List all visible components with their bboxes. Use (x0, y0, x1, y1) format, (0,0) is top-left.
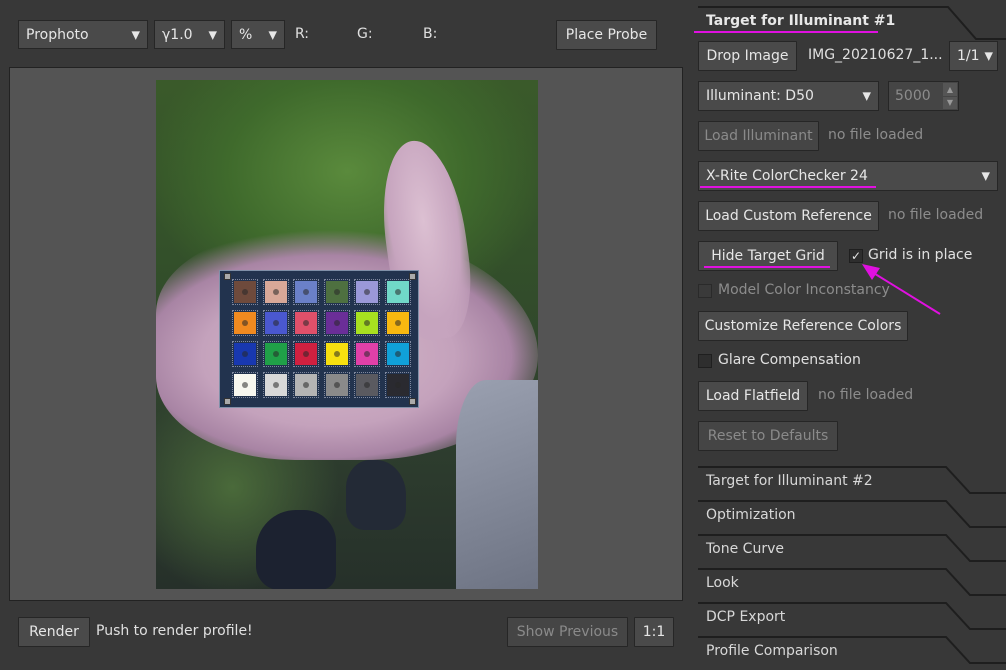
illuminant-select[interactable]: Illuminant: D50 ▼ (698, 81, 879, 111)
checker-swatch (262, 310, 289, 336)
checker-swatch (262, 279, 289, 305)
illuminant-value: Illuminant: D50 (706, 88, 814, 104)
section-optimization[interactable]: Optimization (698, 500, 1006, 534)
section-tone-curve[interactable]: Tone Curve (698, 534, 1006, 568)
section-target-illuminant-2[interactable]: Target for Illuminant #2 (698, 466, 1006, 500)
place-probe-button[interactable]: Place Probe (556, 20, 657, 50)
section-dcp-export[interactable]: DCP Export (698, 602, 1006, 636)
photo (156, 80, 538, 589)
chevron-down-icon: ▼ (268, 28, 277, 41)
temperature-spinbox[interactable]: 5000 ▲ ▼ (888, 81, 959, 111)
image-index-select[interactable]: 1/1 ▼ (949, 41, 998, 71)
gamma-select[interactable]: γ1.0 ▼ (154, 20, 225, 49)
image-filename: IMG_20210627_1... (808, 47, 943, 63)
model-color-inconstancy-checkbox[interactable] (698, 284, 712, 298)
checker-swatch (293, 372, 319, 398)
highlight-underline (704, 266, 830, 268)
chevron-down-icon: ▼ (981, 169, 990, 183)
chevron-down-icon: ▼ (131, 28, 140, 41)
checker-swatch (384, 372, 411, 398)
checker-swatch (354, 279, 380, 305)
load-flatfield-button[interactable]: Load Flatfield (698, 381, 808, 411)
drop-image-button[interactable]: Drop Image (698, 41, 797, 71)
shoe-shape-2 (346, 460, 406, 530)
grid-corner-handle[interactable] (224, 273, 231, 280)
colorspace-select[interactable]: Prophoto ▼ (18, 20, 148, 49)
image-viewer[interactable] (9, 67, 683, 601)
reference-file-status: no file loaded (888, 207, 984, 223)
checker-swatch (293, 341, 319, 367)
checker-swatch (232, 372, 258, 398)
highlight-underline (700, 186, 876, 188)
checker-swatch (293, 310, 319, 336)
section-title: Target for Illuminant #1 (706, 13, 896, 29)
checker-swatch (262, 372, 289, 398)
temperature-value: 5000 (895, 88, 931, 104)
sleeve-shape (456, 380, 538, 589)
highlight-underline (694, 31, 878, 33)
model-color-inconstancy-label: Model Color Inconstancy (718, 282, 890, 298)
reset-to-defaults-button[interactable]: Reset to Defaults (698, 421, 838, 451)
load-illuminant-button[interactable]: Load Illuminant (698, 121, 819, 151)
glare-compensation-label: Glare Compensation (718, 352, 861, 368)
checker-swatch (354, 372, 380, 398)
unit-value: % (239, 26, 253, 43)
render-button[interactable]: Render (18, 617, 90, 647)
checker-swatch (384, 310, 411, 336)
section-tab-outline (698, 568, 1006, 596)
grid-corner-handle[interactable] (409, 398, 416, 405)
unit-select[interactable]: % ▼ (231, 20, 285, 49)
illuminant-file-status: no file loaded (828, 127, 924, 143)
shoe-shape (256, 510, 336, 589)
zoom-1to1-button[interactable]: 1:1 (634, 617, 674, 647)
glare-compensation-checkbox[interactable] (698, 354, 712, 368)
g-readout-label: G: (357, 26, 373, 42)
checker-swatch (232, 310, 258, 336)
spin-down-button[interactable]: ▼ (943, 97, 957, 109)
section-title: Target for Illuminant #2 (706, 473, 873, 489)
section-title: Optimization (706, 507, 796, 523)
section-look[interactable]: Look (698, 568, 1006, 602)
checker-swatch (384, 279, 411, 305)
gamma-value: γ1.0 (162, 26, 193, 43)
section-title: DCP Export (706, 609, 786, 625)
load-custom-reference-button[interactable]: Load Custom Reference (698, 201, 879, 231)
checker-swatch (262, 341, 289, 367)
customize-reference-colors-button[interactable]: Customize Reference Colors (698, 311, 908, 341)
checker-swatch (232, 279, 258, 305)
settings-panel: Target for Illuminant #1 Drop Image IMG_… (694, 0, 1006, 664)
spin-up-button[interactable]: ▲ (943, 83, 957, 96)
colorspace-value: Prophoto (26, 26, 89, 43)
grid-corner-handle[interactable] (409, 273, 416, 280)
grid-corner-handle[interactable] (224, 398, 231, 405)
section-title: Profile Comparison (706, 643, 838, 659)
image-index-value: 1/1 (957, 48, 980, 64)
chevron-down-icon: ▼ (208, 28, 217, 41)
chevron-down-icon: ▼ (862, 89, 871, 103)
checker-swatch (323, 310, 350, 336)
b-readout-label: B: (423, 26, 438, 42)
section-title: Tone Curve (706, 541, 784, 557)
colorchecker-card (219, 270, 419, 408)
show-previous-button[interactable]: Show Previous (507, 617, 628, 647)
checker-swatch (323, 341, 350, 367)
checker-swatch (354, 310, 380, 336)
render-hint: Push to render profile! (96, 623, 253, 639)
section-title: Look (706, 575, 739, 591)
section-profile-comparison[interactable]: Profile Comparison (698, 636, 1006, 670)
checker-swatch (354, 341, 380, 367)
flatfield-file-status: no file loaded (818, 387, 914, 403)
checker-swatch (323, 279, 350, 305)
reference-target-value: X-Rite ColorChecker 24 (706, 168, 868, 184)
r-readout-label: R: (295, 26, 310, 42)
checker-swatch (232, 341, 258, 367)
checker-swatch (384, 341, 411, 367)
checker-swatch (323, 372, 350, 398)
section-target-illuminant-1[interactable]: Target for Illuminant #1 (698, 6, 1006, 40)
checker-swatch (293, 279, 319, 305)
chevron-down-icon: ▼ (984, 49, 993, 63)
